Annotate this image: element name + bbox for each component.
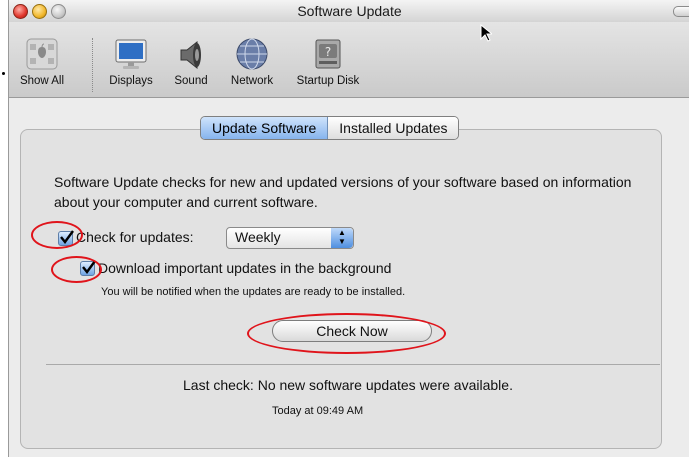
stray-dot bbox=[2, 72, 5, 75]
window-title: Software Update bbox=[297, 3, 402, 19]
tab-update-software[interactable]: Update Software bbox=[201, 117, 329, 139]
annotation-circle-download bbox=[51, 256, 102, 283]
apple-grid-icon bbox=[24, 36, 60, 72]
toolbar-separator bbox=[92, 38, 93, 92]
show-all-label: Show All bbox=[19, 75, 65, 87]
stepper-arrows-icon: ▲ ▼ bbox=[331, 228, 353, 248]
download-background-label: Download important updates in the backgr… bbox=[98, 260, 392, 276]
check-for-updates-label: Check for updates: bbox=[76, 229, 194, 245]
download-note: You will be notified when the updates ar… bbox=[101, 286, 406, 298]
tab-control: Update Software Installed Updates bbox=[200, 116, 460, 140]
globe-icon bbox=[234, 36, 270, 72]
speaker-icon bbox=[173, 36, 209, 72]
update-frequency-value: Weekly bbox=[235, 229, 281, 245]
last-check-time: Today at 09:49 AM bbox=[272, 405, 364, 417]
display-icon bbox=[113, 36, 149, 72]
annotation-circle-check bbox=[31, 221, 83, 249]
sound-label: Sound bbox=[174, 75, 208, 87]
startup-disk-label: Startup Disk bbox=[296, 75, 360, 87]
network-label: Network bbox=[230, 75, 274, 87]
toolbar: Show All Displays Sound Network ? Startu… bbox=[9, 22, 689, 98]
svg-text:?: ? bbox=[325, 45, 331, 59]
toolbar-toggle-button[interactable] bbox=[673, 6, 689, 17]
mouse-cursor-icon bbox=[480, 23, 494, 47]
sound-button[interactable]: Sound bbox=[165, 22, 217, 87]
displays-button[interactable]: Displays bbox=[102, 22, 160, 87]
divider bbox=[46, 364, 660, 365]
displays-label: Displays bbox=[109, 75, 153, 87]
startup-disk-button[interactable]: ? Startup Disk bbox=[287, 22, 369, 87]
title-bar[interactable]: Software Update bbox=[9, 0, 689, 23]
description-text: Software Update checks for new and updat… bbox=[54, 174, 632, 210]
network-button[interactable]: Network bbox=[221, 22, 283, 87]
disk-icon: ? bbox=[310, 36, 346, 72]
update-frequency-select[interactable]: Weekly ▲ ▼ bbox=[226, 227, 354, 249]
show-all-button[interactable]: Show All bbox=[9, 22, 75, 87]
annotation-circle-check-now bbox=[247, 313, 446, 354]
last-check-status: Last check: No new software updates were… bbox=[183, 377, 513, 393]
tab-installed-updates[interactable]: Installed Updates bbox=[328, 117, 459, 139]
